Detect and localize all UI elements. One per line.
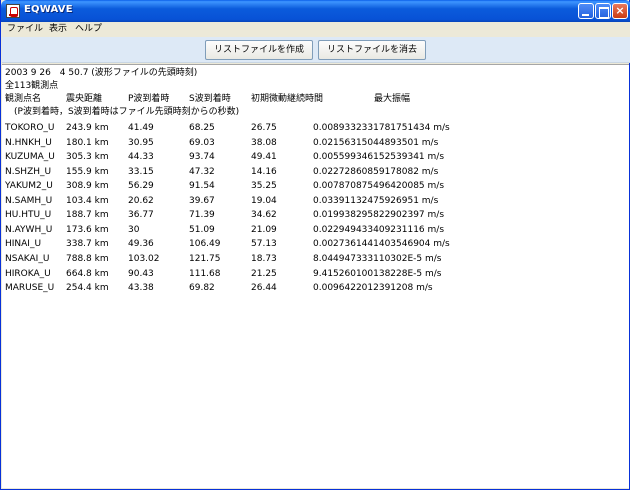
header-max-amplitude: 最大振幅 xyxy=(374,94,411,104)
cell-s-arrival: 68.25 xyxy=(189,123,215,133)
cell-station: TOKORO_U xyxy=(5,123,55,133)
cell-sp-duration: 49.41 xyxy=(251,152,277,163)
cell-p-arrival: 33.15 xyxy=(128,166,154,177)
waveform-start-time: 2003 9 26 4 50.7 (波形ファイルの先頭時刻) xyxy=(5,68,198,78)
station-count: 全113観測点 xyxy=(5,81,59,91)
cell-distance: 188.7 km xyxy=(66,210,109,221)
delete-list-file-button[interactable]: リストファイルを消去 xyxy=(318,40,426,60)
cell-sp-duration: 35.25 xyxy=(251,181,277,192)
cell-distance: 180.1 km xyxy=(66,137,109,148)
cell-max-amplitude: 0.019938295822902397 m/s xyxy=(313,210,445,221)
cell-sp-duration: 19.04 xyxy=(251,195,277,206)
toolbar: リストファイルを作成 リストファイルを消去 xyxy=(2,37,630,63)
cell-p-arrival: 41.49 xyxy=(128,123,154,133)
cell-max-amplitude: 0.02156315044893501 m/s xyxy=(313,137,439,148)
cell-station: HU.HTU_U xyxy=(5,210,52,221)
cell-max-amplitude: 0.022949433409231116 m/s xyxy=(313,224,445,235)
header-p-arrival: P波到着時 xyxy=(128,94,170,104)
cell-distance: 103.4 km xyxy=(66,195,109,206)
cell-sp-duration: 21.09 xyxy=(251,224,277,235)
cell-sp-duration: 34.62 xyxy=(251,210,277,221)
title-bar[interactable]: EQWAVE × xyxy=(1,0,630,22)
menu-bar: ファイル 表示 ヘルプ xyxy=(1,22,630,37)
cell-max-amplitude: 9.415260100138228E-5 m/s xyxy=(313,268,442,279)
cell-s-arrival: 111.68 xyxy=(189,268,221,279)
cell-station: N.HNKH_U xyxy=(5,137,52,148)
cell-max-amplitude: 0.007870875496420085 m/s xyxy=(313,181,445,192)
output-text-area[interactable]: 2003 9 26 4 50.7 (波形ファイルの先頭時刻) 全113観測点 観… xyxy=(2,64,629,488)
close-button[interactable]: × xyxy=(612,3,628,19)
cell-sp-duration: 38.08 xyxy=(251,137,277,148)
cell-sp-duration: 18.73 xyxy=(251,254,277,264)
window-title: EQWAVE xyxy=(24,4,73,15)
cell-p-arrival: 44.33 xyxy=(128,152,154,163)
app-icon xyxy=(6,4,20,18)
header-station: 観測点名 xyxy=(5,94,42,104)
cell-distance: 155.9 km xyxy=(66,166,109,177)
minimize-button[interactable] xyxy=(578,3,594,19)
header-s-arrival: S波到着時 xyxy=(189,94,231,104)
cell-distance: 308.9 km xyxy=(66,181,109,192)
cell-sp-duration: 14.16 xyxy=(251,166,277,177)
cell-sp-duration: 26.75 xyxy=(251,123,277,133)
cell-p-arrival: 103.02 xyxy=(128,254,160,264)
cell-s-arrival: 91.54 xyxy=(189,181,215,192)
cell-p-arrival: 56.29 xyxy=(128,181,154,192)
cell-station: N.AYWH_U xyxy=(5,224,53,235)
cell-max-amplitude: 0.008933233178175143​4 m/s xyxy=(313,123,450,133)
cell-s-arrival: 93.74 xyxy=(189,152,215,163)
cell-max-amplitude: 0.022728608591780​82 m/s xyxy=(313,166,439,177)
cell-distance: 788.8 km xyxy=(66,254,109,264)
cell-p-arrival: 20.62 xyxy=(128,195,154,206)
header-sp-duration: 初期微動継続時間 xyxy=(251,94,324,104)
cell-station: YAKUM2_U xyxy=(5,181,53,192)
cell-s-arrival: 69.03 xyxy=(189,137,215,148)
cell-p-arrival: 90.43 xyxy=(128,268,154,279)
cell-station: KUZUMA_U xyxy=(5,152,55,163)
cell-p-arrival: 49.36 xyxy=(128,239,154,250)
maximize-button[interactable] xyxy=(595,3,611,19)
cell-max-amplitude: 8.044947333110302E-5 m/s xyxy=(313,254,442,264)
cell-s-arrival: 39.67 xyxy=(189,195,215,206)
cell-s-arrival: 71.39 xyxy=(189,210,215,221)
menu-help[interactable]: ヘルプ xyxy=(75,23,102,35)
arrival-note: (P波到着時，S波到着時はファイル先頭時刻からの秒数) xyxy=(14,107,240,117)
cell-station: N.SAMH_U xyxy=(5,195,53,206)
cell-max-amplitude: 0.0027361441403546904 m/s xyxy=(313,239,450,250)
cell-max-amplitude: 0.005599346152539341 m/s xyxy=(313,152,445,163)
create-list-file-button[interactable]: リストファイルを作成 xyxy=(205,40,313,60)
cell-s-arrival: 69.82 xyxy=(189,283,215,294)
cell-s-arrival: 51.09 xyxy=(189,224,215,235)
cell-station: HINAI_U xyxy=(5,239,42,250)
cell-sp-duration: 57.13 xyxy=(251,239,277,250)
cell-distance: 173.6 km xyxy=(66,224,109,235)
cell-station: NSAKAI_U xyxy=(5,254,50,264)
cell-s-arrival: 106.49 xyxy=(189,239,221,250)
cell-sp-duration: 26.44 xyxy=(251,283,277,294)
app-window: EQWAVE × ファイル 表示 ヘルプ リストファイルを作成 リストファイルを… xyxy=(0,0,630,490)
cell-station: HIROKA_U xyxy=(5,268,51,279)
cell-s-arrival: 47.32 xyxy=(189,166,215,177)
cell-distance: 254.4 km xyxy=(66,283,109,294)
cell-distance: 338.7 km xyxy=(66,239,109,250)
cell-p-arrival: 36.77 xyxy=(128,210,154,221)
cell-station: N.SHZH_U xyxy=(5,166,52,177)
cell-s-arrival: 121.75 xyxy=(189,254,221,264)
cell-distance: 243.9 km xyxy=(66,123,109,133)
cell-station: MARUSE_U xyxy=(5,283,55,294)
menu-file[interactable]: ファイル xyxy=(7,23,43,35)
cell-p-arrival: 30.95 xyxy=(128,137,154,148)
cell-p-arrival: 43.38 xyxy=(128,283,154,294)
menu-view[interactable]: 表示 xyxy=(49,23,67,35)
cell-max-amplitude: 0.03391132475926951 m/s xyxy=(313,195,439,206)
cell-distance: 305.3 km xyxy=(66,152,109,163)
cell-max-amplitude: 0.0096422012391208 m/s xyxy=(313,283,433,294)
header-epicentral-distance: 震央距離 xyxy=(66,94,103,104)
cell-sp-duration: 21.25 xyxy=(251,268,277,279)
cell-distance: 664.8 km xyxy=(66,268,109,279)
cell-p-arrival: 30 xyxy=(128,224,140,235)
